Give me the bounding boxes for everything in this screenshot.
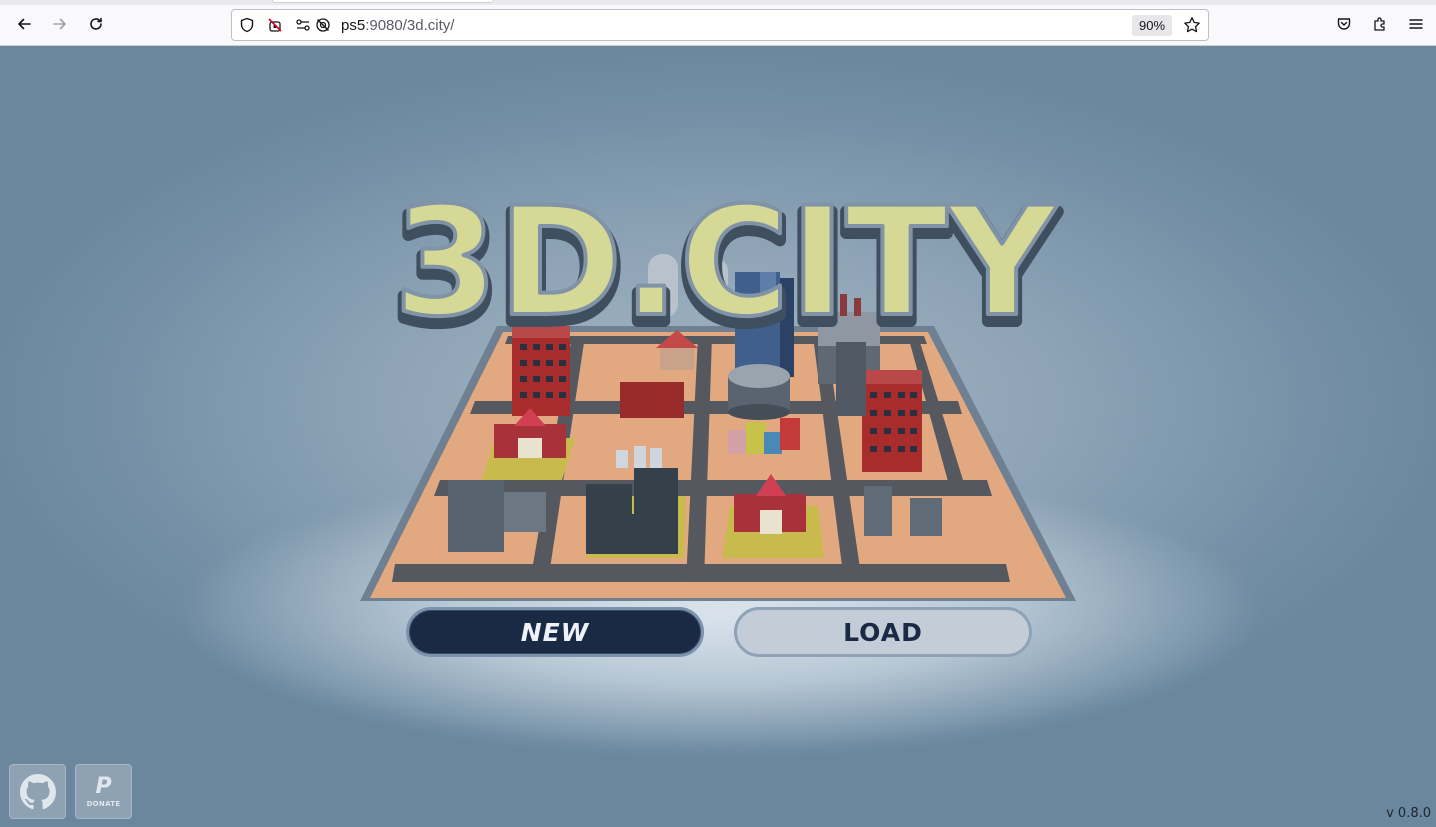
logo-title: 3D.CITY xyxy=(394,176,1059,350)
url-path: :9080/3d.city/ xyxy=(365,17,455,34)
menu-icon xyxy=(1409,19,1423,29)
reload-icon xyxy=(90,17,102,30)
forward-arrow-icon xyxy=(53,18,66,30)
shield-icon[interactable] xyxy=(239,17,255,33)
extensions-icon xyxy=(1374,17,1385,31)
red-warehouse xyxy=(620,382,684,418)
tab-strip xyxy=(0,0,1436,5)
permissions-icon[interactable] xyxy=(295,17,311,33)
game-logo: 3D.CITY 3D.CITY xyxy=(388,174,1065,363)
url-bar[interactable]: ps5:9080/3d.city/ 90% xyxy=(231,9,1209,41)
pocket-button[interactable] xyxy=(1330,10,1358,38)
reload-button[interactable] xyxy=(82,10,110,38)
active-tab[interactable] xyxy=(272,0,494,3)
github-icon xyxy=(19,773,56,809)
load-game-button[interactable]: LOAD xyxy=(734,607,1032,657)
github-button[interactable] xyxy=(9,764,66,819)
game-viewport[interactable]: 3D.CITY 3D.CITY NEW LOAD P DONATE v 0.8.… xyxy=(0,46,1436,827)
zoom-level-badge[interactable]: 90% xyxy=(1132,15,1173,36)
browser-toolbar: ps5:9080/3d.city/ 90% xyxy=(0,0,1436,46)
paypal-icon: P xyxy=(95,773,112,799)
back-arrow-icon xyxy=(18,18,31,30)
tracking-blocked-icon[interactable] xyxy=(315,17,331,33)
new-game-button[interactable]: NEW xyxy=(406,607,704,657)
camera-blocked-icon[interactable] xyxy=(267,17,283,33)
app-menu-button[interactable] xyxy=(1402,10,1430,38)
extensions-button[interactable] xyxy=(1366,10,1394,38)
donate-label: DONATE xyxy=(86,799,121,808)
forward-button[interactable] xyxy=(46,10,74,38)
bookmark-star-icon[interactable] xyxy=(1183,16,1201,34)
url-host: ps5 xyxy=(341,17,366,34)
gas-tank xyxy=(728,364,790,420)
version-label: v 0.8.0 xyxy=(1386,806,1431,821)
url-text[interactable]: ps5:9080/3d.city/ xyxy=(341,17,454,34)
back-button[interactable] xyxy=(10,10,38,38)
pocket-icon xyxy=(1337,18,1351,30)
donate-button[interactable]: P DONATE xyxy=(75,764,132,819)
